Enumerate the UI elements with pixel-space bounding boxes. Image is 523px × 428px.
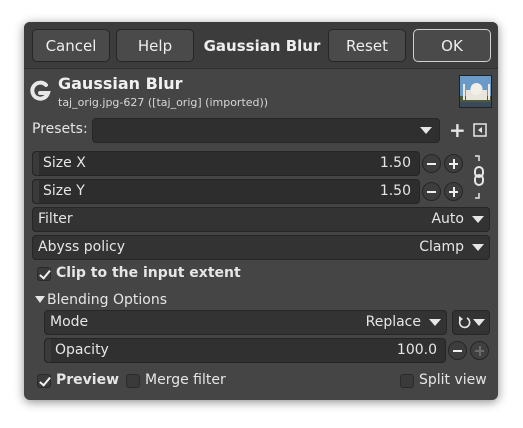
size-x-value: 1.50: [379, 155, 411, 171]
size-x-decrement-button[interactable]: [422, 154, 441, 173]
preview-label: Preview: [56, 372, 120, 388]
blend-mode-combo[interactable]: Mode Replace: [44, 310, 447, 335]
expander-down-icon[interactable]: [35, 296, 45, 303]
image-thumbnail: [459, 75, 492, 108]
size-y-decrement-button[interactable]: [422, 182, 441, 201]
abyss-policy-value: Clamp: [419, 239, 464, 255]
split-view-checkbox[interactable]: [400, 374, 414, 388]
clip-extent-checkbox[interactable]: [37, 267, 51, 281]
presets-combo[interactable]: [92, 118, 440, 143]
size-x-spinscale[interactable]: Size X 1.50: [32, 151, 420, 176]
size-x-label: Size X: [43, 155, 86, 171]
filter-combo[interactable]: Filter Auto: [32, 207, 490, 232]
size-y-spinscale[interactable]: Size Y 1.50: [32, 179, 420, 204]
dialog-title: Gaussian Blur: [203, 36, 321, 55]
operation-name: Gaussian Blur: [58, 74, 183, 93]
chain-link-icon[interactable]: [472, 155, 486, 199]
chevron-down-icon: [472, 216, 484, 223]
abyss-policy-label: Abyss policy: [38, 239, 126, 255]
chevron-down-icon: [472, 244, 484, 251]
preset-menu-icon[interactable]: [473, 123, 487, 137]
split-view-label: Split view: [419, 372, 487, 388]
opacity-decrement-button[interactable]: [448, 341, 467, 360]
filter-label: Filter: [38, 211, 73, 227]
chevron-down-icon: [420, 127, 432, 134]
presets-label: Presets:: [32, 121, 88, 137]
opacity-value: 100.0: [396, 342, 437, 358]
add-preset-icon[interactable]: +: [449, 120, 466, 140]
reset-button[interactable]: Reset: [328, 29, 406, 62]
opacity-spinscale[interactable]: Opacity 100.0: [44, 338, 446, 363]
cancel-button[interactable]: Cancel: [32, 29, 110, 62]
blend-mode-label: Mode: [50, 314, 89, 330]
merge-filter-label: Merge filter: [145, 372, 226, 388]
ok-button[interactable]: OK: [413, 29, 491, 62]
chevron-down-icon: [473, 319, 485, 326]
opacity-increment-button[interactable]: [470, 341, 489, 360]
composite-mode-button[interactable]: [452, 310, 490, 335]
size-y-value: 1.50: [379, 183, 411, 199]
abyss-policy-combo[interactable]: Abyss policy Clamp: [32, 235, 490, 260]
size-y-label: Size Y: [43, 183, 85, 199]
preview-checkbox[interactable]: [37, 374, 51, 388]
chevron-down-icon: [429, 319, 441, 326]
opacity-label: Opacity: [55, 342, 109, 358]
help-button[interactable]: Help: [116, 29, 194, 62]
image-label: taj_orig.jpg-627 ([taj_orig] (imported)): [58, 96, 269, 109]
blending-options-expander[interactable]: Blending Options: [47, 292, 167, 308]
dialog-header-bar: Cancel Help Gaussian Blur Reset OK: [24, 22, 498, 69]
clip-extent-label: Clip to the input extent: [56, 265, 241, 281]
merge-filter-checkbox[interactable]: [126, 374, 140, 388]
composite-mode-icon: [458, 316, 471, 329]
gegl-logo-icon: [30, 80, 51, 101]
size-x-increment-button[interactable]: [444, 154, 463, 173]
blend-mode-value: Replace: [365, 314, 421, 330]
size-y-increment-button[interactable]: [444, 182, 463, 201]
gaussian-blur-dialog: Cancel Help Gaussian Blur Reset OK Gauss…: [24, 22, 498, 400]
filter-value: Auto: [431, 211, 464, 227]
